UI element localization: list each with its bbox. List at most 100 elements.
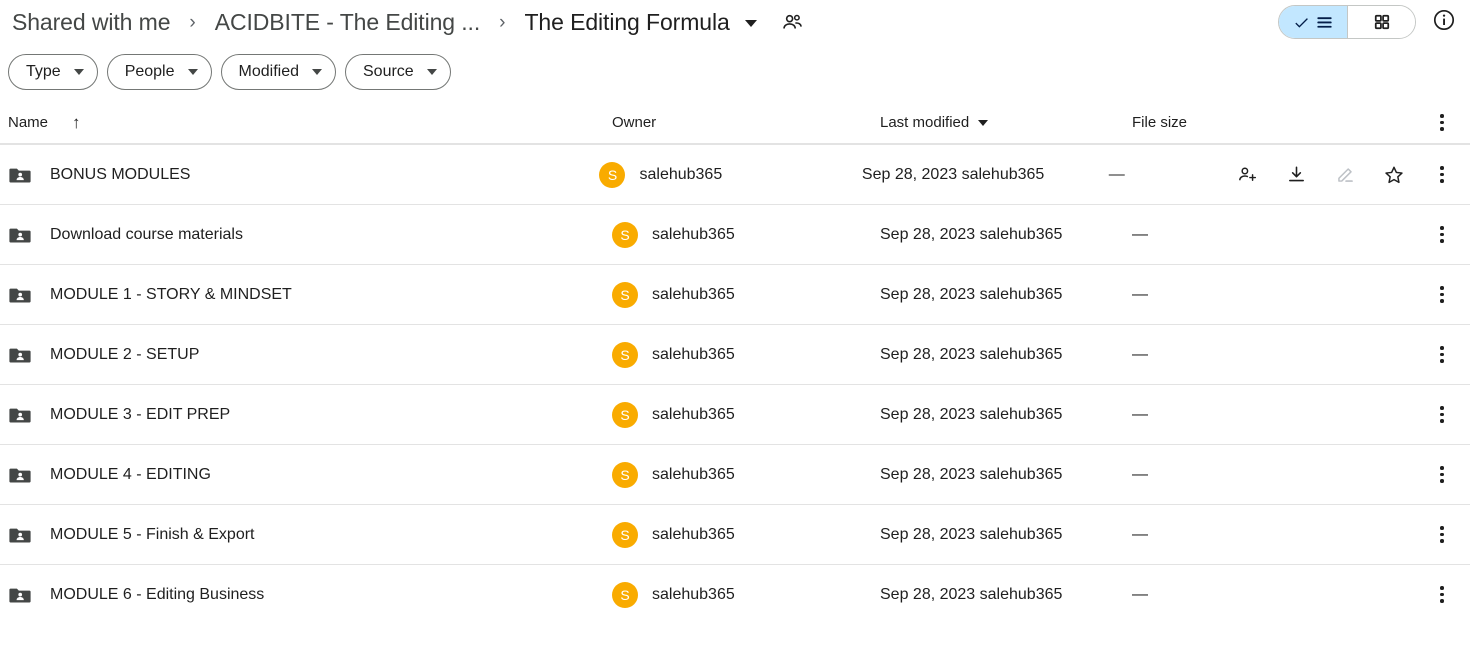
shared-folder-icon xyxy=(9,348,31,362)
table-row[interactable]: BONUS MODULES Ssalehub365 Sep 28, 2023 sal… xyxy=(0,144,1470,204)
more-options-icon[interactable] xyxy=(1432,526,1452,543)
filter-chip-source[interactable]: Source xyxy=(345,54,451,90)
file-name-cell[interactable]: MODULE 3 - EDIT PREP xyxy=(0,403,612,427)
download-icon[interactable] xyxy=(1285,164,1307,186)
shared-folder-icon xyxy=(9,288,31,302)
row-actions-cell xyxy=(1262,346,1462,363)
breadcrumb-item-current[interactable]: The Editing Formula xyxy=(518,7,735,38)
avatar: S xyxy=(612,461,638,488)
column-header-name[interactable]: Name xyxy=(8,114,48,131)
chevron-down-icon xyxy=(187,69,198,75)
file-name: MODULE 4 - EDITING xyxy=(50,465,211,483)
more-options-icon[interactable] xyxy=(1432,226,1452,243)
last-modified-cell: Sep 28, 2023 salehub365 xyxy=(880,406,1132,424)
owner-cell: Ssalehub365 xyxy=(612,401,880,428)
chevron-down-icon xyxy=(73,69,84,75)
filter-chip-label: Modified xyxy=(238,63,299,80)
last-modified-cell: Sep 28, 2023 salehub365 xyxy=(880,466,1132,484)
filter-chip-modified[interactable]: Modified xyxy=(220,54,336,90)
owner-cell: Ssalehub365 xyxy=(612,341,880,368)
column-header-last-modified[interactable]: Last modified xyxy=(880,114,1132,131)
filter-chip-people[interactable]: People xyxy=(106,54,212,90)
chevron-down-icon xyxy=(426,69,437,75)
more-options-icon[interactable] xyxy=(1432,346,1452,363)
file-name-cell[interactable]: MODULE 2 - SETUP xyxy=(0,343,612,367)
more-options-icon[interactable] xyxy=(1432,166,1452,183)
file-name-cell[interactable]: Download course materials xyxy=(0,223,612,247)
owner-name: salehub365 xyxy=(652,585,735,603)
file-name-cell[interactable]: MODULE 5 - Finish & Export xyxy=(0,523,612,547)
grid-view-button[interactable] xyxy=(1347,6,1415,38)
shared-folder-icon xyxy=(9,168,31,182)
shared-folder-icon xyxy=(9,588,31,602)
file-name-cell[interactable]: MODULE 4 - EDITING xyxy=(0,463,612,487)
owner-name: salehub365 xyxy=(652,345,735,363)
more-options-icon[interactable] xyxy=(1432,586,1452,603)
file-size-text: — xyxy=(1132,585,1148,603)
top-bar: Shared with me › ACIDBITE - The Editing … xyxy=(0,0,1470,44)
column-options-menu[interactable] xyxy=(1432,114,1452,131)
avatar: S xyxy=(612,281,638,308)
file-name: MODULE 1 - STORY & MINDSET xyxy=(50,285,292,303)
more-options-icon[interactable] xyxy=(1432,466,1452,483)
people-icon[interactable] xyxy=(781,11,804,34)
last-modified-text: Sep 28, 2023 salehub365 xyxy=(880,345,1063,363)
avatar: S xyxy=(599,161,626,188)
filter-chip-label: People xyxy=(124,63,175,80)
breadcrumb: Shared with me › ACIDBITE - The Editing … xyxy=(6,7,1278,38)
file-size-cell: — xyxy=(1132,466,1262,484)
avatar: S xyxy=(612,401,638,428)
file-name: BONUS MODULES xyxy=(50,165,191,183)
share-icon[interactable] xyxy=(1236,164,1258,186)
last-modified-cell: Sep 28, 2023 salehub365 xyxy=(880,286,1132,304)
last-modified-text: Sep 28, 2023 salehub365 xyxy=(880,525,1063,543)
table-row[interactable]: MODULE 5 - Finish & Export Ssalehub365 Sep… xyxy=(0,504,1470,564)
last-modified-cell: Sep 28, 2023 salehub365 xyxy=(880,346,1132,364)
chevron-down-icon xyxy=(312,69,322,75)
file-size-cell: — xyxy=(1132,286,1262,304)
info-icon[interactable] xyxy=(1432,8,1456,37)
table-row[interactable]: MODULE 2 - SETUP Ssalehub365 Sep 28, 2023 … xyxy=(0,324,1470,384)
sort-ascending-icon[interactable]: ↑ xyxy=(72,114,81,131)
file-name-cell[interactable]: MODULE 6 - Editing Business xyxy=(0,583,612,607)
filter-chip-bar: Type People Modified Source xyxy=(0,44,1470,102)
row-actions-cell xyxy=(1262,226,1462,243)
table-row[interactable]: MODULE 6 - Editing Business Ssalehub365 Se… xyxy=(0,564,1470,624)
table-row[interactable]: MODULE 4 - EDITING Ssalehub365 Sep 28, 202… xyxy=(0,444,1470,504)
file-size-text: — xyxy=(1108,165,1125,183)
last-modified-cell: Sep 28, 2023 salehub365 xyxy=(862,166,1109,184)
owner-cell: Ssalehub365 xyxy=(612,521,880,548)
row-actions-cell xyxy=(1262,586,1462,603)
more-options-icon[interactable] xyxy=(1432,406,1452,423)
list-view-button[interactable] xyxy=(1279,6,1347,38)
breadcrumb-item-shared-with-me[interactable]: Shared with me xyxy=(6,7,176,38)
file-name-cell[interactable]: BONUS MODULES xyxy=(0,163,599,187)
shared-folder-icon xyxy=(9,528,31,542)
table-row[interactable]: MODULE 1 - STORY & MINDSET Ssalehub365 Sep… xyxy=(0,264,1470,324)
file-name: MODULE 6 - Editing Business xyxy=(50,585,265,603)
owner-cell: Ssalehub365 xyxy=(612,461,880,488)
last-modified-cell: Sep 28, 2023 salehub365 xyxy=(880,586,1132,604)
file-size-cell: — xyxy=(1132,406,1262,424)
filter-chip-label: Source xyxy=(363,63,414,80)
chevron-down-icon[interactable] xyxy=(744,20,757,27)
column-header-owner[interactable]: Owner xyxy=(612,114,656,131)
file-size-text: — xyxy=(1132,405,1148,423)
breadcrumb-item-acidbite[interactable]: ACIDBITE - The Editing ... xyxy=(209,7,486,38)
owner-name: salehub365 xyxy=(639,165,723,183)
filter-chip-type[interactable]: Type xyxy=(8,54,98,90)
column-header-file-size[interactable]: File size xyxy=(1132,114,1262,131)
table-row[interactable]: MODULE 3 - EDIT PREP Ssalehub365 Sep 28, 2… xyxy=(0,384,1470,444)
more-options-icon[interactable] xyxy=(1432,286,1452,303)
edit-pencil-icon[interactable] xyxy=(1334,164,1356,186)
last-modified-cell: Sep 28, 2023 salehub365 xyxy=(880,226,1132,244)
file-size-cell: — xyxy=(1132,346,1262,364)
table-row[interactable]: Download course materials Ssalehub365 Sep … xyxy=(0,204,1470,264)
avatar: S xyxy=(612,581,638,608)
last-modified-text: Sep 28, 2023 salehub365 xyxy=(880,285,1063,303)
view-toggle[interactable] xyxy=(1278,5,1416,39)
shared-folder-icon xyxy=(9,468,31,482)
filter-chip-label: Type xyxy=(26,63,61,80)
file-name-cell[interactable]: MODULE 1 - STORY & MINDSET xyxy=(0,283,612,307)
star-icon[interactable] xyxy=(1383,164,1405,186)
